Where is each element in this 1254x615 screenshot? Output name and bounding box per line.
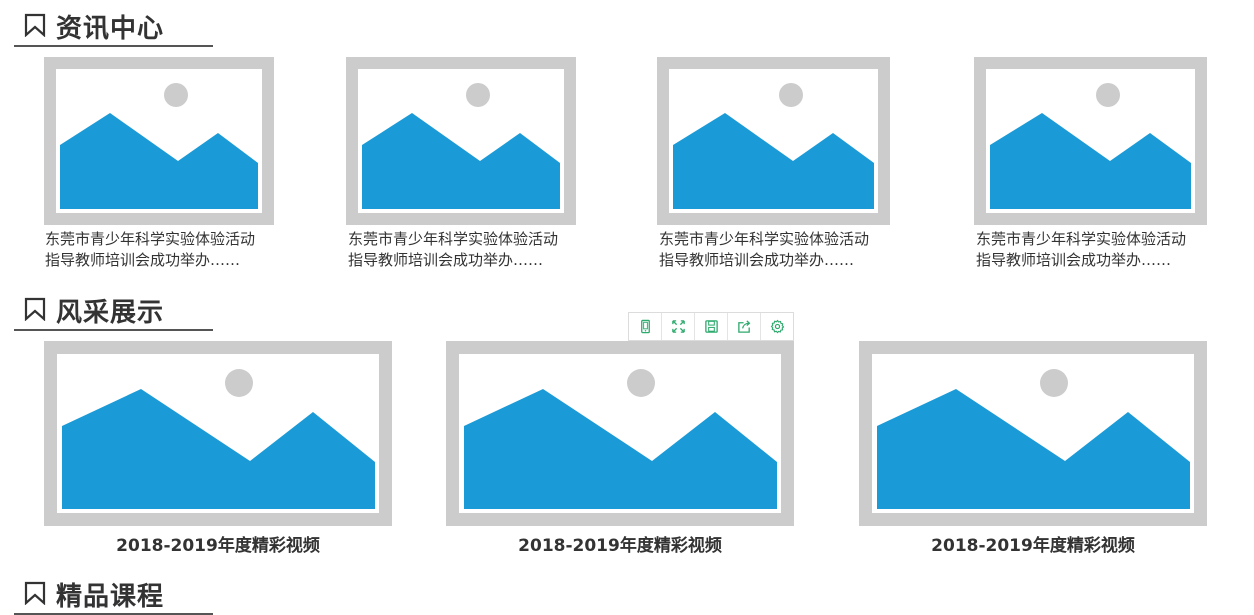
section-heading-news: 资讯中心 <box>14 10 213 47</box>
news-title-link[interactable]: 东莞市青少年科学实验体验活动 指导教师培训会成功举办…… <box>659 229 899 271</box>
image-placeholder-icon <box>362 83 560 209</box>
image-placeholder-icon <box>464 369 777 509</box>
video-thumbnail[interactable] <box>446 341 794 526</box>
flag-icon <box>24 297 46 321</box>
news-thumbnail[interactable] <box>346 57 576 225</box>
news-title-line: 指导教师培训会成功举办…… <box>659 251 855 269</box>
section-title: 资讯中心 <box>56 14 165 44</box>
image-placeholder-icon <box>60 83 258 209</box>
news-title-link[interactable]: 东莞市青少年科学实验体验活动 指导教师培训会成功举办…… <box>976 229 1216 271</box>
video-title-link[interactable]: 2018-2019年度精彩视频 <box>446 531 794 556</box>
save-icon <box>704 320 718 333</box>
video-thumbnail[interactable] <box>859 341 1207 526</box>
video-thumbnail[interactable] <box>44 341 392 526</box>
share-icon <box>737 320 750 333</box>
section-heading-courses: 精品课程 <box>14 578 213 615</box>
news-thumbnail[interactable] <box>974 57 1207 225</box>
image-placeholder-icon <box>673 83 874 209</box>
fullscreen-button[interactable] <box>662 313 695 340</box>
news-thumbnail[interactable] <box>657 57 890 225</box>
mobile-icon <box>640 319 650 334</box>
news-thumbnail[interactable] <box>44 57 274 225</box>
gear-icon <box>770 319 784 334</box>
image-placeholder-icon <box>62 369 375 509</box>
news-title-line: 指导教师培训会成功举办…… <box>45 251 241 269</box>
news-title-link[interactable]: 东莞市青少年科学实验体验活动 指导教师培训会成功举办…… <box>45 229 285 271</box>
news-title-line: 东莞市青少年科学实验体验活动 <box>45 230 256 248</box>
mobile-preview-button[interactable] <box>629 313 662 340</box>
news-title-line: 东莞市青少年科学实验体验活动 <box>976 230 1187 248</box>
news-title-link[interactable]: 东莞市青少年科学实验体验活动 指导教师培训会成功举办…… <box>348 229 588 271</box>
image-placeholder-icon <box>877 369 1190 509</box>
video-title-link[interactable]: 2018-2019年度精彩视频 <box>44 531 392 556</box>
video-title-link[interactable]: 2018-2019年度精彩视频 <box>859 531 1207 556</box>
news-title-line: 指导教师培训会成功举办…… <box>976 251 1172 269</box>
news-title-line: 东莞市青少年科学实验体验活动 <box>659 230 870 248</box>
news-title-line: 东莞市青少年科学实验体验活动 <box>348 230 559 248</box>
settings-button[interactable] <box>761 313 793 340</box>
section-heading-showcase: 风采展示 <box>14 294 213 331</box>
flag-icon <box>24 581 46 605</box>
save-button[interactable] <box>695 313 728 340</box>
image-placeholder-icon <box>990 83 1191 209</box>
flag-icon <box>24 13 46 37</box>
section-title: 精品课程 <box>56 582 165 612</box>
section-title: 风采展示 <box>56 298 165 328</box>
expand-icon <box>671 320 685 333</box>
editor-toolbar <box>628 312 794 341</box>
news-title-line: 指导教师培训会成功举办…… <box>348 251 544 269</box>
share-button[interactable] <box>728 313 761 340</box>
